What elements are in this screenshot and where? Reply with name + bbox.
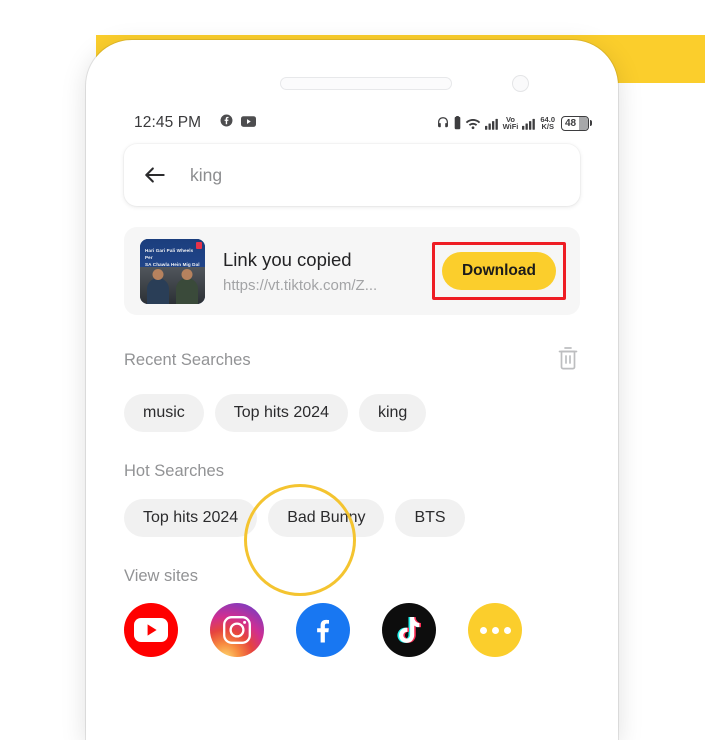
download-button-highlight: Download xyxy=(431,242,566,300)
recent-searches-header: Recent Searches xyxy=(124,345,580,376)
headphones-icon xyxy=(436,116,450,130)
status-bar: 12:45 PM Vo WiFi 64.0 K/S 48 xyxy=(98,110,606,136)
recent-chip-2[interactable]: king xyxy=(358,394,427,432)
volte-wifi-indicator: Vo WiFi xyxy=(502,114,519,131)
wifi-icon xyxy=(465,117,481,130)
battery-icon: 48 xyxy=(561,115,592,131)
front-camera-lens xyxy=(512,75,529,92)
search-bar[interactable] xyxy=(124,144,580,206)
trash-icon[interactable] xyxy=(556,345,580,376)
download-button[interactable]: Download xyxy=(441,252,556,290)
site-more-icon[interactable] xyxy=(468,603,522,657)
network-speed-indicator: 64.0 K/S xyxy=(540,114,555,131)
site-facebook-icon[interactable] xyxy=(296,603,350,657)
earpiece-speaker xyxy=(280,77,452,90)
hot-chip-2[interactable]: BTS xyxy=(395,499,465,537)
more-dots-icon xyxy=(479,626,511,634)
phone-device-frame: 12:45 PM Vo WiFi 64.0 K/S 48 king Hari G… xyxy=(86,40,618,740)
copied-link-text: Link you copied https://vt.tiktok.com/Z.… xyxy=(223,248,424,293)
app-content: Hari Gari Pali Wheels Per SA Chawla Hein… xyxy=(98,144,606,657)
site-youtube-icon[interactable] xyxy=(124,603,178,657)
copied-link-title: Link you copied xyxy=(223,249,352,271)
hot-searches-header: Hot Searches xyxy=(124,462,580,481)
thumbnail-badge xyxy=(196,241,202,249)
site-tiktok-icon[interactable] xyxy=(382,603,436,657)
hot-chip-1[interactable]: Bad Bunny xyxy=(268,499,385,537)
view-sites-title: View sites xyxy=(124,567,198,585)
hot-chip-0[interactable]: Top hits 2024 xyxy=(124,499,258,537)
copied-link-url: https://vt.tiktok.com/Z... xyxy=(223,276,378,294)
back-arrow-icon[interactable] xyxy=(142,162,168,188)
youtube-icon xyxy=(241,114,257,132)
video-thumbnail: Hari Gari Pali Wheels Per SA Chawla Hein… xyxy=(140,238,205,304)
battery-level-text: 48 xyxy=(565,117,577,129)
status-bar-system-icons: Vo WiFi 64.0 K/S 48 xyxy=(436,114,592,131)
hot-searches-chips: Top hits 2024 Bad Bunny BTS xyxy=(124,499,580,537)
signal-icon-2 xyxy=(522,117,536,130)
recent-searches-chips: music Top hits 2024 king xyxy=(124,394,580,432)
phone-screen: 12:45 PM Vo WiFi 64.0 K/S 48 king Hari G… xyxy=(98,52,606,740)
status-bar-notification-icons xyxy=(220,114,257,132)
view-sites-header: View sites xyxy=(124,567,580,586)
hot-searches-title: Hot Searches xyxy=(124,462,224,480)
search-input[interactable] xyxy=(188,163,562,187)
vibrate-icon xyxy=(454,116,461,130)
site-instagram-icon[interactable] xyxy=(210,603,264,657)
recent-chip-0[interactable]: music xyxy=(124,394,204,432)
recent-searches-title: Recent Searches xyxy=(124,351,251,369)
signal-icon-1 xyxy=(484,117,499,130)
view-sites-row xyxy=(124,603,580,657)
thumbnail-caption: Hari Gari Pali Wheels Per SA Chawla Hein… xyxy=(145,247,200,267)
status-bar-time: 12:45 PM xyxy=(134,114,202,131)
copied-link-card[interactable]: Hari Gari Pali Wheels Per SA Chawla Hein… xyxy=(124,227,580,315)
recent-chip-1[interactable]: Top hits 2024 xyxy=(214,394,348,432)
facebook-icon xyxy=(220,114,233,132)
